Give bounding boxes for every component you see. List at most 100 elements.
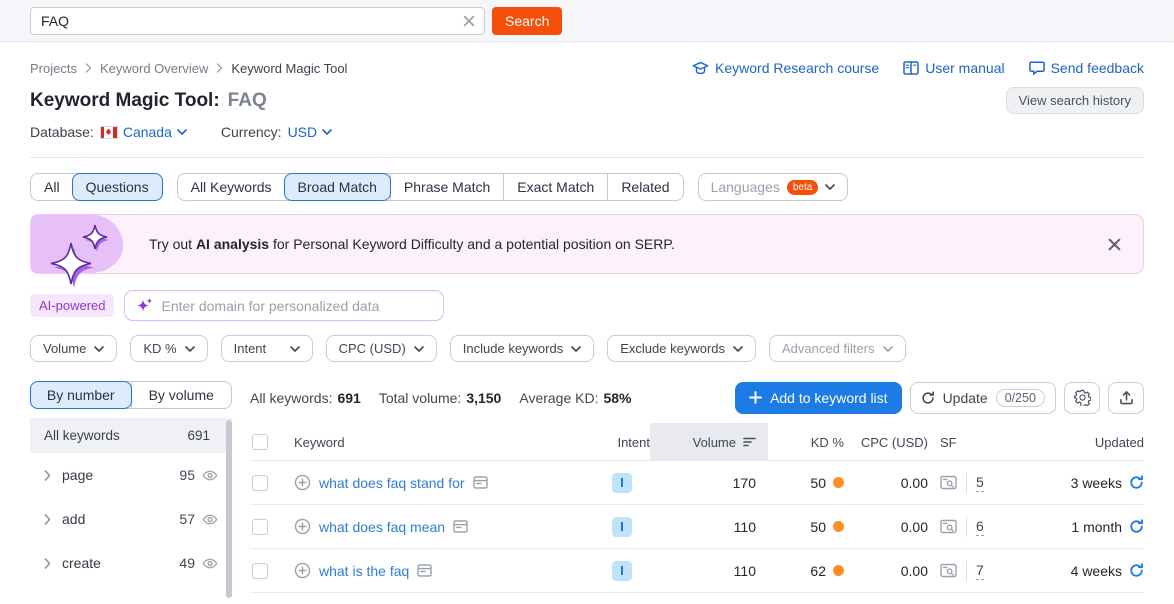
serp-features-icon[interactable] [417,564,432,577]
volume-value: 110 [650,519,768,535]
sf-count[interactable]: 5 [976,474,984,492]
table-row: what is the faq I 110 62 0.00 [250,549,1144,593]
column-sf[interactable]: SF [940,423,1016,461]
currency-selector[interactable]: USD [288,124,333,140]
all-keywords-group[interactable]: All keywords 691 [30,418,232,453]
column-cpc[interactable]: CPC (USD) [846,423,940,461]
eye-icon[interactable] [202,469,218,482]
page-header: Projects Keyword Overview Keyword Magic … [0,60,1174,158]
search-input[interactable] [30,7,485,35]
keyword-research-course-link[interactable]: Keyword Research course [692,60,879,76]
keyword-groups-sidebar: By number By volume All keywords 691 pag… [30,381,232,593]
sort-by-number-toggle[interactable]: By number [30,381,132,409]
column-kd[interactable]: KD % [768,423,846,461]
gear-icon [1074,389,1091,406]
chevron-down-icon [825,184,835,190]
tab-related[interactable]: Related [607,174,682,200]
keyword-group-add[interactable]: add 57 [30,497,232,541]
table-settings-button[interactable] [1064,382,1100,414]
serp-features-icon[interactable] [473,476,488,489]
canada-flag-icon [100,126,118,139]
chevron-right-icon[interactable] [44,514,51,525]
volume-filter[interactable]: Volume [30,335,117,362]
sparkle-icon [136,297,154,315]
table-stats: All keywords: 691 Total volume: 3,150 Av… [250,390,632,406]
intent-filter[interactable]: Intent [221,335,313,362]
serp-preview-icon[interactable] [940,563,957,578]
volume-value: 110 [650,563,768,579]
search-button[interactable]: Search [492,7,562,35]
all-keywords-count: 691 [187,428,210,443]
row-checkbox[interactable] [252,563,268,579]
close-icon[interactable] [1105,235,1123,253]
cpc-filter[interactable]: CPC (USD) [326,335,437,362]
database-selector[interactable]: Canada [100,124,187,140]
eye-icon[interactable] [202,557,218,570]
sidebar-scrollbar[interactable] [226,420,232,598]
exclude-keywords-filter[interactable]: Exclude keywords [607,335,756,362]
domain-input[interactable] [124,290,444,321]
keyword-link[interactable]: what is the faq [319,563,409,579]
send-feedback-link[interactable]: Send feedback [1029,60,1144,76]
tab-all-keywords[interactable]: All Keywords [178,174,285,200]
view-search-history-button[interactable]: View search history [1006,87,1144,114]
keyword-link[interactable]: what does faq stand for [319,475,465,491]
intent-badge[interactable]: I [612,517,632,537]
keyword-group-page[interactable]: page 95 [30,453,232,497]
sf-count[interactable]: 6 [976,518,984,536]
divider [966,517,967,537]
tab-phrase-match[interactable]: Phrase Match [390,174,503,200]
serp-preview-icon[interactable] [940,519,957,534]
chevron-right-icon[interactable] [44,558,51,569]
add-to-keyword-list-button[interactable]: Add to keyword list [735,382,902,414]
advanced-filters[interactable]: Advanced filters [769,335,906,362]
keyword-link[interactable]: what does faq mean [319,519,445,535]
beta-badge: beta [787,180,818,195]
row-checkbox[interactable] [252,519,268,535]
serp-preview-icon[interactable] [940,475,957,490]
breadcrumb-keyword-overview[interactable]: Keyword Overview [100,61,208,76]
divider [966,561,967,581]
tab-exact-match[interactable]: Exact Match [503,174,607,200]
export-button[interactable] [1108,382,1144,414]
languages-dropdown[interactable]: Languages beta [698,173,849,201]
column-intent[interactable]: Intent [598,423,650,461]
tab-all[interactable]: All [31,174,73,200]
graduation-cap-icon [692,61,709,76]
sf-count[interactable]: 7 [976,562,984,580]
sort-by-volume-toggle[interactable]: By volume [131,382,232,408]
clear-search-icon[interactable] [461,13,477,29]
column-keyword[interactable]: Keyword [294,423,598,461]
intent-badge[interactable]: I [612,473,632,493]
refresh-icon[interactable] [1129,475,1144,490]
ai-analysis-banner: Try out AI analysis for Personal Keyword… [30,214,1144,274]
refresh-icon[interactable] [1129,519,1144,534]
tab-broad-match[interactable]: Broad Match [284,173,391,201]
keyword-group-create[interactable]: create 49 [30,541,232,585]
chevron-right-icon[interactable] [44,470,51,481]
include-keywords-filter[interactable]: Include keywords [450,335,594,362]
user-manual-link[interactable]: User manual [903,60,1004,76]
select-all-checkbox[interactable] [252,434,268,450]
breadcrumb: Projects Keyword Overview Keyword Magic … [30,61,347,76]
refresh-icon[interactable] [1129,563,1144,578]
eye-icon[interactable] [202,513,218,526]
add-keyword-icon[interactable] [294,518,311,535]
table-row: what does faq stand for I 170 50 0.00 [250,461,1144,505]
serp-features-icon[interactable] [453,520,468,533]
column-volume[interactable]: Volume [650,423,768,461]
add-keyword-icon[interactable] [294,562,311,579]
stat-all-keywords: All keywords: 691 [250,390,361,406]
currency-label: Currency: [221,124,282,140]
column-updated[interactable]: Updated [1016,423,1144,461]
update-metrics-button[interactable]: Update 0/250 [910,382,1056,414]
intent-badge[interactable]: I [612,561,632,581]
kd-filter[interactable]: KD % [130,335,207,362]
chevron-down-icon [94,346,104,352]
row-checkbox[interactable] [252,475,268,491]
add-keyword-icon[interactable] [294,474,311,491]
tab-questions[interactable]: Questions [72,173,163,201]
page-title-query: FAQ [228,90,267,112]
breadcrumb-projects[interactable]: Projects [30,61,77,76]
breadcrumb-keyword-magic-tool: Keyword Magic Tool [231,61,347,76]
